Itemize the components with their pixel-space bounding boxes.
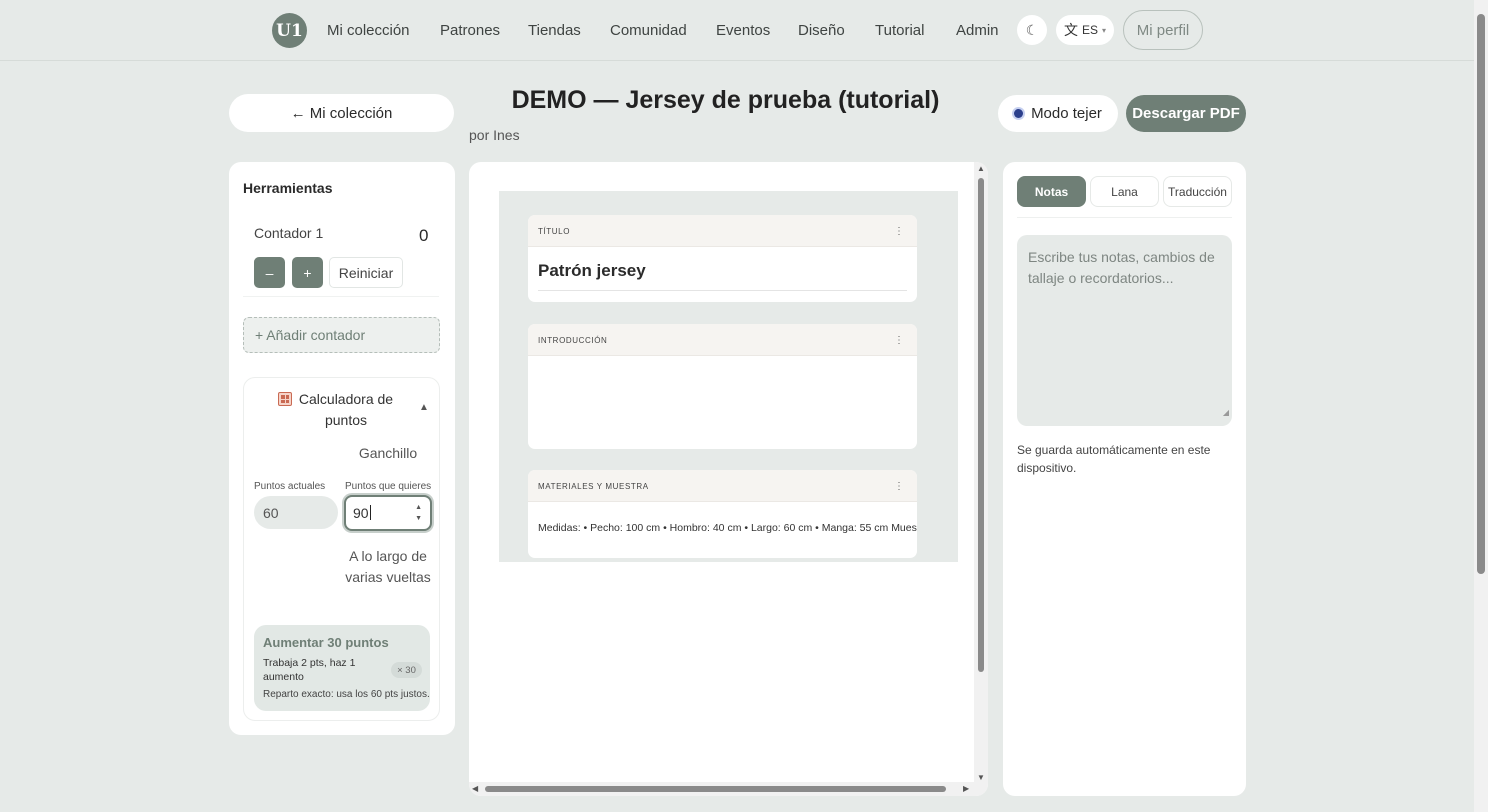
notes-textarea[interactable]: Escribe tus notas, cambios de tallaje o …: [1017, 235, 1232, 426]
divider: [243, 296, 439, 297]
section-label: MATERIALES Y MUESTRA: [538, 482, 649, 491]
section-card-materials: MATERIALES Y MUESTRA ⋮ Medidas: • Pecho:…: [528, 470, 917, 558]
section-label: INTRODUCCIÓN: [538, 336, 608, 345]
result-title: Aumentar 30 puntos: [263, 635, 389, 650]
tab-lana[interactable]: Lana: [1090, 176, 1159, 207]
tab-notas[interactable]: Notas: [1017, 176, 1086, 207]
calculation-result: Aumentar 30 puntos Trabaja 2 pts, haz 1 …: [254, 625, 430, 711]
page-scrollbar-thumb[interactable]: [1477, 14, 1485, 574]
language-code: ES: [1081, 23, 1098, 37]
nav-link-eventos[interactable]: Eventos: [716, 22, 770, 39]
stitch-calculator: Calculadora de puntos ▲ Ganchillo Puntos…: [243, 377, 440, 721]
section-card-title: TÍTULO ⋮ Patrón jersey: [528, 215, 917, 302]
materials-text[interactable]: Medidas: • Pecho: 100 cm • Hombro: 40 cm…: [538, 522, 917, 534]
top-navigation: U1 Mi colección Patrones Tiendas Comunid…: [0, 0, 1474, 61]
moon-icon: ☾: [1025, 21, 1039, 38]
nav-link-mi-coleccion[interactable]: Mi colección: [327, 22, 410, 39]
page-title: DEMO — Jersey de prueba (tutorial): [511, 86, 940, 114]
collapse-icon[interactable]: ▲: [419, 402, 429, 413]
author-byline: por Ines: [469, 127, 520, 143]
autosave-note: Se guarda automáticamente en este dispos…: [1017, 443, 1211, 475]
scroll-down-icon[interactable]: ▼: [977, 773, 985, 782]
nav-link-tutorial[interactable]: Tutorial: [875, 22, 924, 39]
current-stitches-input[interactable]: 60: [254, 496, 338, 529]
scroll-right-icon[interactable]: ▶: [963, 784, 969, 793]
counter-reset-button[interactable]: Reiniciar: [329, 257, 403, 288]
page-scrollbar[interactable]: [1474, 0, 1488, 812]
knit-mode-button[interactable]: Modo tejer: [998, 95, 1118, 132]
preview-scrollbar-thumb[interactable]: [978, 178, 984, 672]
target-stitches-input[interactable]: 90 ▲ ▼: [344, 495, 432, 531]
chevron-down-icon: ▾: [1102, 25, 1107, 35]
language-selector[interactable]: 文 ES ▾: [1056, 15, 1114, 45]
calculator-icon: [278, 392, 292, 406]
divider: [538, 290, 907, 291]
section-label: TÍTULO: [538, 227, 571, 236]
result-instruction: Trabaja 2 pts, haz 1 aumento: [263, 657, 356, 683]
preview-horizontal-scrollbar[interactable]: ◀ ▶: [469, 782, 974, 796]
yarn-ball-icon: [1014, 109, 1024, 118]
target-stitches-value: 90: [353, 505, 369, 521]
profile-button[interactable]: Mi perfil: [1123, 10, 1203, 50]
target-stitches-label: Puntos que quieres: [345, 481, 432, 492]
logo[interactable]: U1: [272, 13, 307, 48]
resize-handle-icon[interactable]: ◢: [1223, 402, 1229, 423]
pattern-document: TÍTULO ⋮ Patrón jersey INTRODUCCIÓN ⋮ MA…: [499, 191, 958, 562]
result-note: Reparto exacto: usa los 60 pts justos.: [263, 689, 430, 700]
scroll-left-icon[interactable]: ◀: [472, 784, 478, 793]
tools-heading: Herramientas: [243, 180, 333, 196]
translate-icon: 文: [1063, 22, 1078, 38]
side-panel: Notas Lana Traducción Escribe tus notas,…: [1003, 162, 1246, 796]
craft-type-select[interactable]: Ganchillo: [344, 445, 432, 461]
tab-traduccion[interactable]: Traducción: [1163, 176, 1232, 207]
repeat-count-badge: × 30: [391, 662, 422, 678]
current-stitches-label: Puntos actuales: [254, 481, 326, 492]
counter-label: Contador 1: [254, 225, 324, 241]
nav-link-tiendas[interactable]: Tiendas: [528, 22, 581, 39]
calculator-title[interactable]: Calculadora de puntos: [294, 389, 398, 431]
nav-link-admin[interactable]: Admin: [956, 22, 999, 39]
section-card-introduction: INTRODUCCIÓN ⋮: [528, 324, 917, 449]
nav-link-patrones[interactable]: Patrones: [440, 22, 500, 39]
knit-mode-label: Modo tejer: [1031, 105, 1102, 122]
nav-link-comunidad[interactable]: Comunidad: [610, 22, 687, 39]
theme-toggle-button[interactable]: ☾: [1017, 15, 1047, 45]
pattern-title-field[interactable]: Patrón jersey: [538, 261, 646, 281]
nav-link-diseno[interactable]: Diseño: [798, 22, 845, 39]
add-counter-button[interactable]: + Añadir contador: [243, 317, 440, 353]
tools-panel: Herramientas Contador 1 0 – + Reiniciar …: [229, 162, 455, 735]
download-pdf-button[interactable]: Descargar PDF: [1126, 95, 1246, 132]
preview-hscrollbar-thumb[interactable]: [485, 786, 946, 792]
notes-placeholder: Escribe tus notas, cambios de tallaje o …: [1028, 249, 1215, 286]
scroll-up-icon[interactable]: ▲: [977, 164, 985, 173]
distribution-mode-select[interactable]: A lo largo de varias vueltas: [344, 546, 432, 588]
more-options-icon[interactable]: ⋮: [894, 226, 904, 237]
pattern-preview-panel: TÍTULO ⋮ Patrón jersey INTRODUCCIÓN ⋮ MA…: [469, 162, 988, 796]
introduction-field[interactable]: [528, 356, 917, 448]
divider: [1017, 217, 1232, 218]
more-options-icon[interactable]: ⋮: [894, 481, 904, 492]
counter-decrement-button[interactable]: –: [254, 257, 285, 288]
counter-increment-button[interactable]: +: [292, 257, 323, 288]
back-to-collection-button[interactable]: ← Mi colección: [229, 94, 454, 132]
number-spinner[interactable]: ▲ ▼: [415, 502, 422, 524]
more-options-icon[interactable]: ⋮: [894, 335, 904, 346]
counter-value: 0: [419, 226, 429, 245]
preview-vertical-scrollbar[interactable]: ▲ ▼: [974, 162, 988, 796]
